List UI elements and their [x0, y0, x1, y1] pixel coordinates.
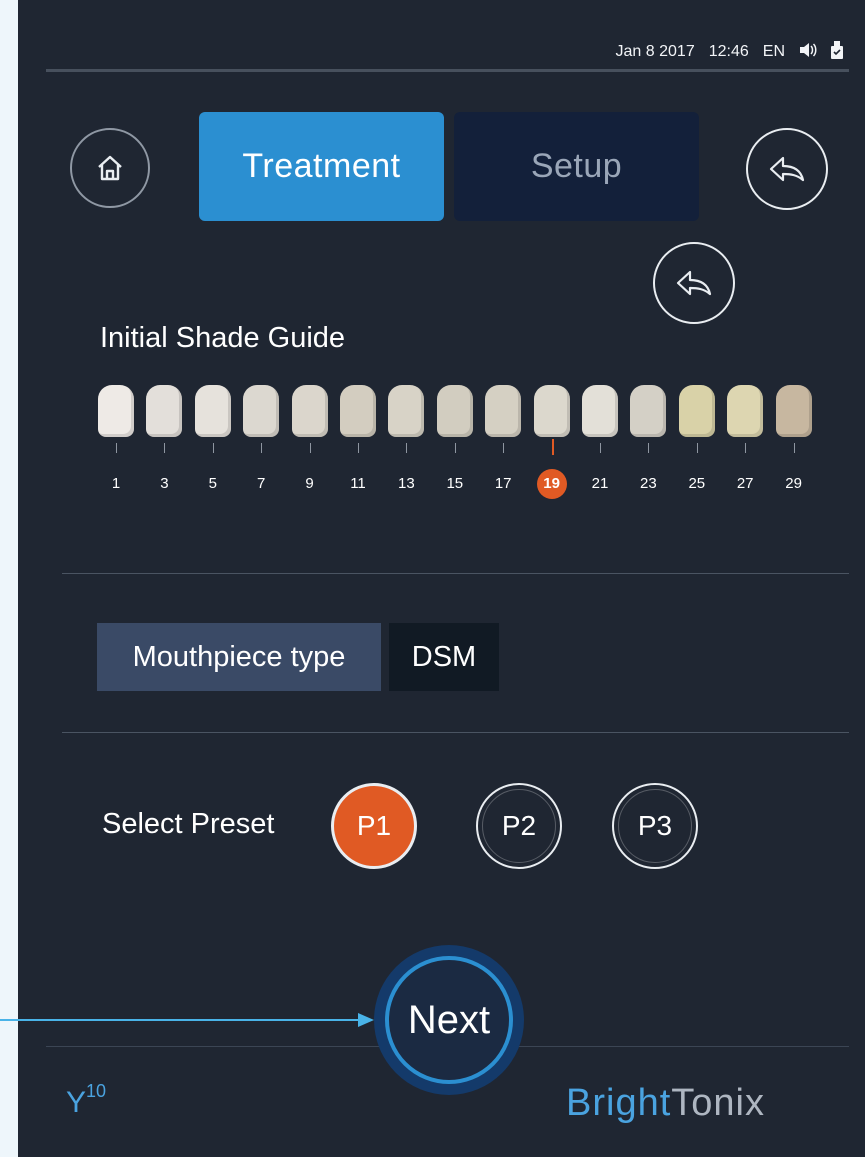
- back-arrow-icon: [769, 156, 805, 182]
- shade-number[interactable]: 15: [440, 475, 470, 492]
- shade-tick: [309, 443, 311, 453]
- next-button-halo: Next: [374, 945, 524, 1095]
- shade-tooth[interactable]: [533, 385, 570, 437]
- status-language: EN: [762, 43, 785, 60]
- shade-tick: [551, 439, 554, 455]
- shade-tick: [212, 443, 214, 453]
- shade-tick: [503, 443, 505, 453]
- shade-tooth[interactable]: [775, 385, 812, 437]
- shade-tick: [600, 443, 601, 453]
- shade-tick: [793, 443, 795, 453]
- shade-number[interactable]: 23: [633, 475, 663, 492]
- speaker-icon: [799, 42, 817, 63]
- model-logo: Y10: [66, 1081, 106, 1120]
- shade-tooth[interactable]: [243, 385, 280, 437]
- shade-tick: [261, 443, 263, 453]
- shade-tooth[interactable]: [194, 385, 231, 437]
- shade-guide-title: Initial Shade Guide: [100, 322, 346, 354]
- shade-number[interactable]: 3: [149, 475, 179, 492]
- shade-number[interactable]: 5: [198, 475, 228, 492]
- shade-tick: [406, 443, 408, 453]
- preset-p1-button[interactable]: P1: [331, 783, 417, 869]
- shade-tooth[interactable]: [340, 385, 376, 437]
- shade-tooth[interactable]: [630, 385, 667, 437]
- preset-ring: [482, 789, 556, 863]
- shade-tick: [648, 443, 650, 453]
- device-screen: Jan 8 2017 12:46 EN Treatment Setup Init…: [18, 0, 865, 1157]
- preset-label: P1: [356, 810, 392, 841]
- shade-number[interactable]: 9: [295, 475, 325, 492]
- shade-tick: [745, 443, 747, 453]
- shade-number[interactable]: 17: [488, 475, 518, 492]
- shade-number[interactable]: 29: [779, 475, 809, 492]
- shade-guide-selector[interactable]: 1 3 5 7 9 11 13 15 17 19 21 23 25 27 29: [98, 385, 828, 505]
- shade-number[interactable]: 11: [343, 475, 373, 492]
- brand-logo-part-2: Tonix: [671, 1082, 765, 1124]
- shade-tooth[interactable]: [146, 385, 183, 437]
- shade-number-selected[interactable]: 19: [536, 469, 567, 499]
- usb-drive-icon: [831, 40, 843, 64]
- shade-tick: [696, 443, 698, 453]
- status-divider: [46, 69, 849, 72]
- shade-tooth[interactable]: [727, 385, 764, 437]
- shade-number[interactable]: 13: [391, 475, 421, 492]
- shade-tooth[interactable]: [291, 385, 328, 437]
- model-logo-letter: Y: [66, 1086, 87, 1119]
- shade-tooth[interactable]: [388, 385, 425, 437]
- mouthpiece-type-value[interactable]: DSM: [389, 623, 499, 691]
- section-divider: [62, 573, 849, 574]
- preset-ring: [618, 789, 692, 863]
- callout-arrow-line: [0, 1019, 362, 1021]
- preset-p2-button[interactable]: P2: [476, 783, 562, 869]
- next-button[interactable]: Next: [385, 956, 513, 1084]
- tab-setup[interactable]: Setup: [454, 112, 699, 221]
- tab-treatment[interactable]: Treatment: [199, 112, 444, 221]
- status-time: 12:46: [708, 43, 749, 60]
- shade-number[interactable]: 7: [246, 475, 276, 492]
- shade-number[interactable]: 21: [585, 475, 615, 492]
- model-logo-number: 10: [86, 1081, 107, 1101]
- status-date: Jan 8 2017: [615, 43, 695, 60]
- shade-tooth[interactable]: [485, 385, 522, 437]
- brand-logo-part-1: Bright: [566, 1082, 672, 1124]
- shade-number[interactable]: 25: [682, 475, 712, 492]
- preset-p3-button[interactable]: P3: [612, 783, 698, 869]
- shade-number[interactable]: 27: [730, 475, 760, 492]
- back-arrow-icon: [676, 270, 712, 296]
- shade-number[interactable]: 1: [101, 475, 131, 492]
- back-button-secondary[interactable]: [653, 242, 735, 324]
- shade-tooth[interactable]: [678, 385, 715, 437]
- shade-tick: [358, 443, 359, 453]
- section-divider: [62, 732, 849, 733]
- shade-tooth[interactable]: [436, 385, 473, 437]
- shade-tick: [164, 443, 166, 453]
- home-icon: [98, 155, 122, 181]
- shade-tick: [454, 443, 456, 453]
- back-button[interactable]: [746, 128, 828, 210]
- callout-arrow-head: [358, 1013, 374, 1027]
- shade-tooth[interactable]: [98, 385, 134, 437]
- mouthpiece-type-label: Mouthpiece type: [97, 623, 381, 691]
- status-bar: Jan 8 2017 12:46 EN: [616, 40, 843, 64]
- shade-tick: [116, 443, 117, 453]
- brand-logo: BrightTonix: [566, 1082, 765, 1125]
- shade-tooth[interactable]: [582, 385, 618, 437]
- home-button[interactable]: [70, 128, 150, 208]
- select-preset-label: Select Preset: [102, 808, 275, 840]
